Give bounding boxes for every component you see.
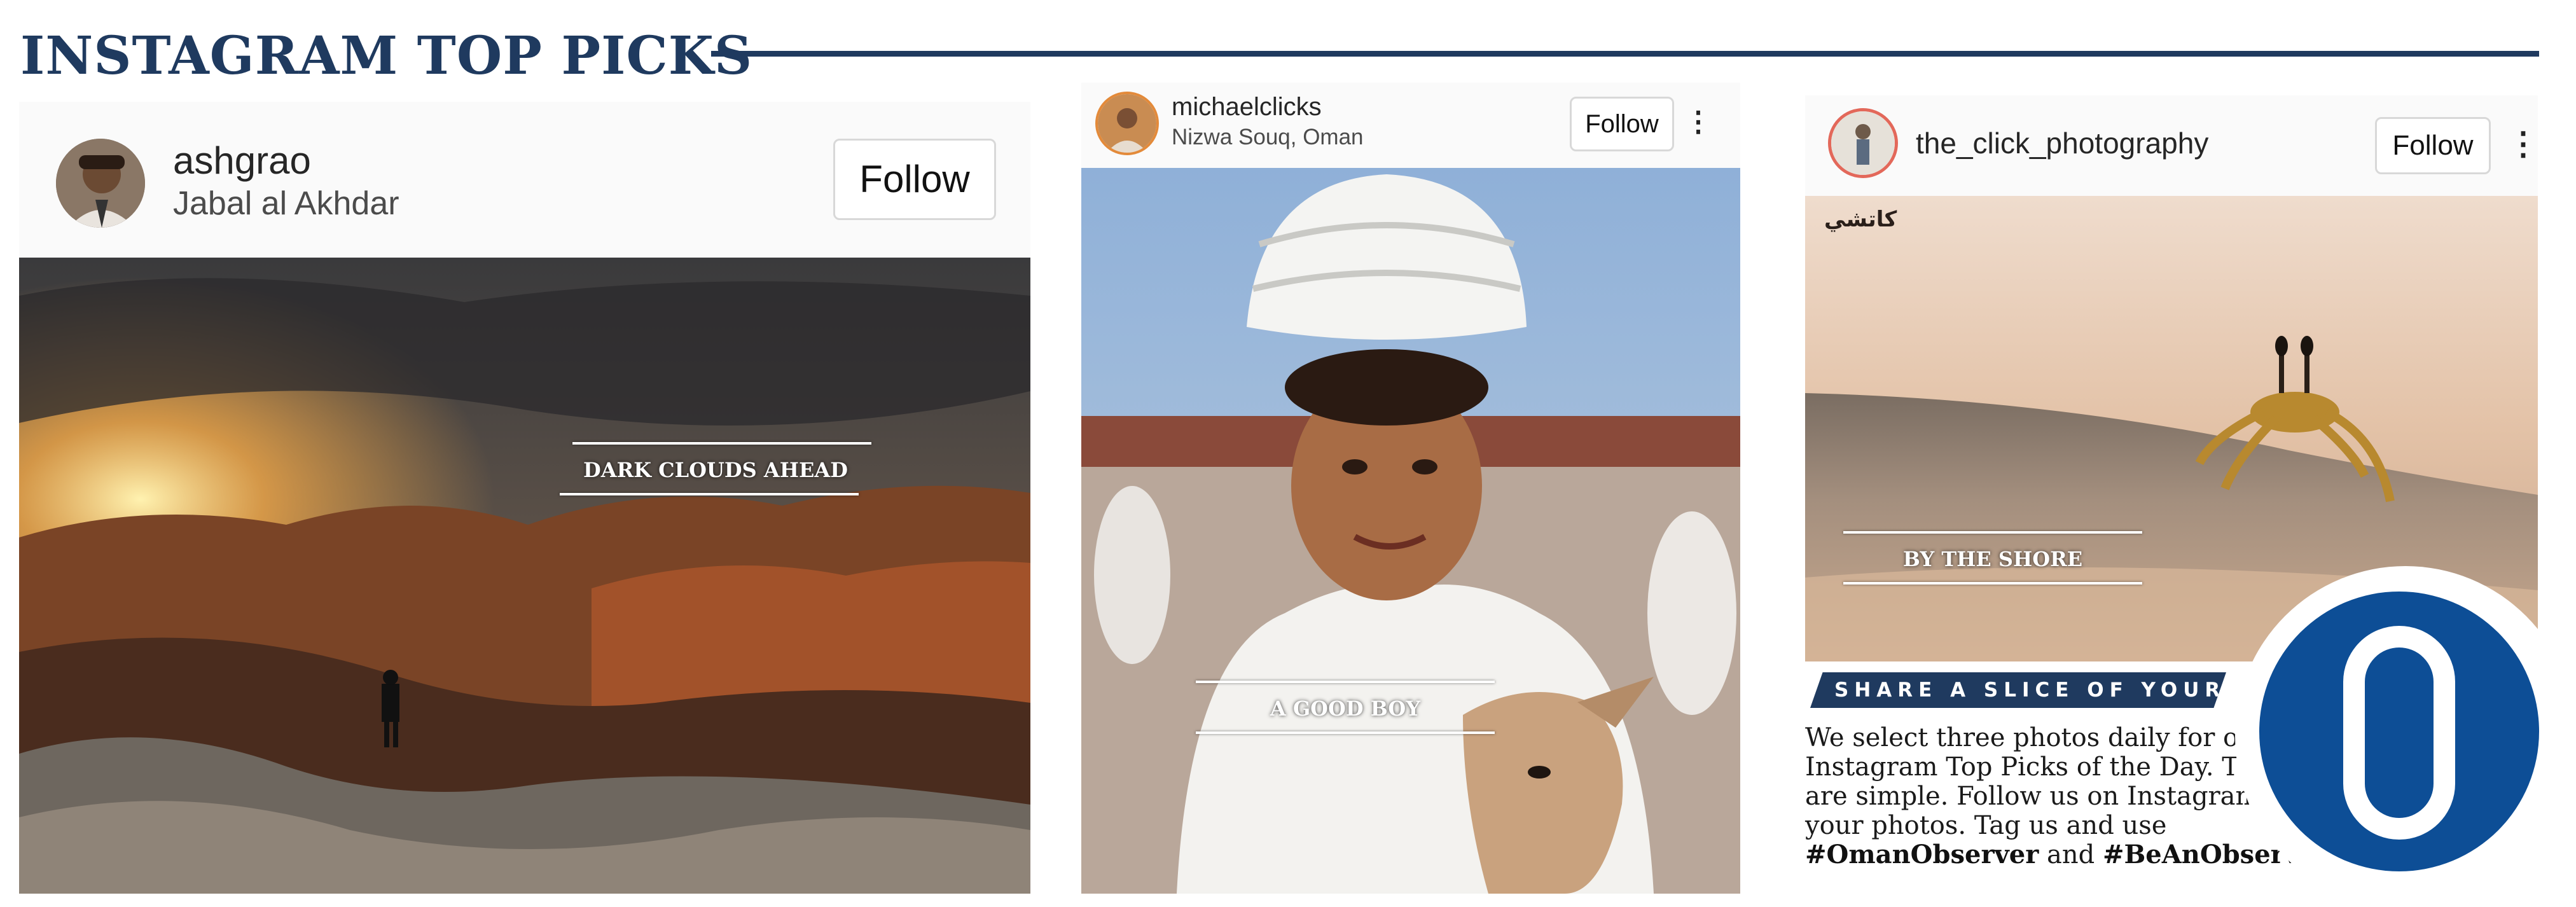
promo-and: and	[2047, 840, 2095, 869]
avatar-image	[56, 139, 145, 228]
mountain-landscape-image	[19, 258, 1030, 894]
hashtag-oman-observer[interactable]: #OmanObserver	[1805, 840, 2039, 869]
caption-rule-bottom	[1196, 731, 1495, 734]
follow-button[interactable]: Follow	[833, 139, 996, 220]
section-title: INSTAGRAM TOP PICKS	[20, 25, 753, 87]
watermark-logo: كاتشي	[1824, 207, 1897, 232]
more-options-icon[interactable]: ⋮	[2507, 117, 2538, 170]
post-caption: A GOOD BOY	[1196, 681, 1495, 738]
caption-text: BY THE SHORE	[1902, 547, 2083, 571]
avatar[interactable]	[1828, 108, 1898, 178]
caption-rule-top	[1196, 681, 1495, 683]
post-caption: DARK CLOUDS AHEAD	[560, 442, 871, 499]
avatar-image	[1831, 111, 1895, 175]
follow-button[interactable]: Follow	[2375, 117, 2491, 174]
post-photo[interactable]	[1081, 168, 1740, 894]
avatar[interactable]	[1095, 92, 1159, 155]
promo-banner: SHARE A SLICE OF YOUR LIFE	[1810, 672, 2226, 708]
more-options-icon[interactable]: ⋮	[1684, 97, 1712, 148]
follow-button[interactable]: Follow	[1570, 97, 1674, 151]
avatar[interactable]	[56, 139, 145, 228]
username[interactable]: ashgrao	[173, 139, 311, 183]
caption-rule-bottom	[560, 493, 859, 495]
username[interactable]: the_click_photography	[1916, 126, 2208, 160]
caption-rule-bottom	[1843, 582, 2142, 585]
post-photo[interactable]	[19, 258, 1030, 894]
post-card-ashgrao: ashgrao Jabal al Akhdar Follow DARK CLOU…	[19, 102, 1030, 894]
location[interactable]: Jabal al Akhdar	[173, 184, 399, 223]
avatar-image	[1098, 94, 1156, 153]
location[interactable]: Nizwa Souq, Oman	[1172, 125, 1364, 150]
caption-rule-top	[1843, 531, 2142, 534]
post-card-michaelclicks: michaelclicks Nizwa Souq, Oman Follow ⋮	[1081, 83, 1740, 894]
caption-text: DARK CLOUDS AHEAD	[583, 458, 848, 482]
username[interactable]: michaelclicks	[1172, 93, 1322, 121]
caption-rule-top	[572, 442, 871, 445]
title-rule	[711, 51, 2539, 57]
boy-with-goat-image	[1081, 168, 1740, 894]
observer-logo-letter	[2343, 626, 2455, 840]
caption-text: A GOOD BOY	[1270, 696, 1421, 721]
post-caption: BY THE SHORE	[1843, 531, 2142, 588]
